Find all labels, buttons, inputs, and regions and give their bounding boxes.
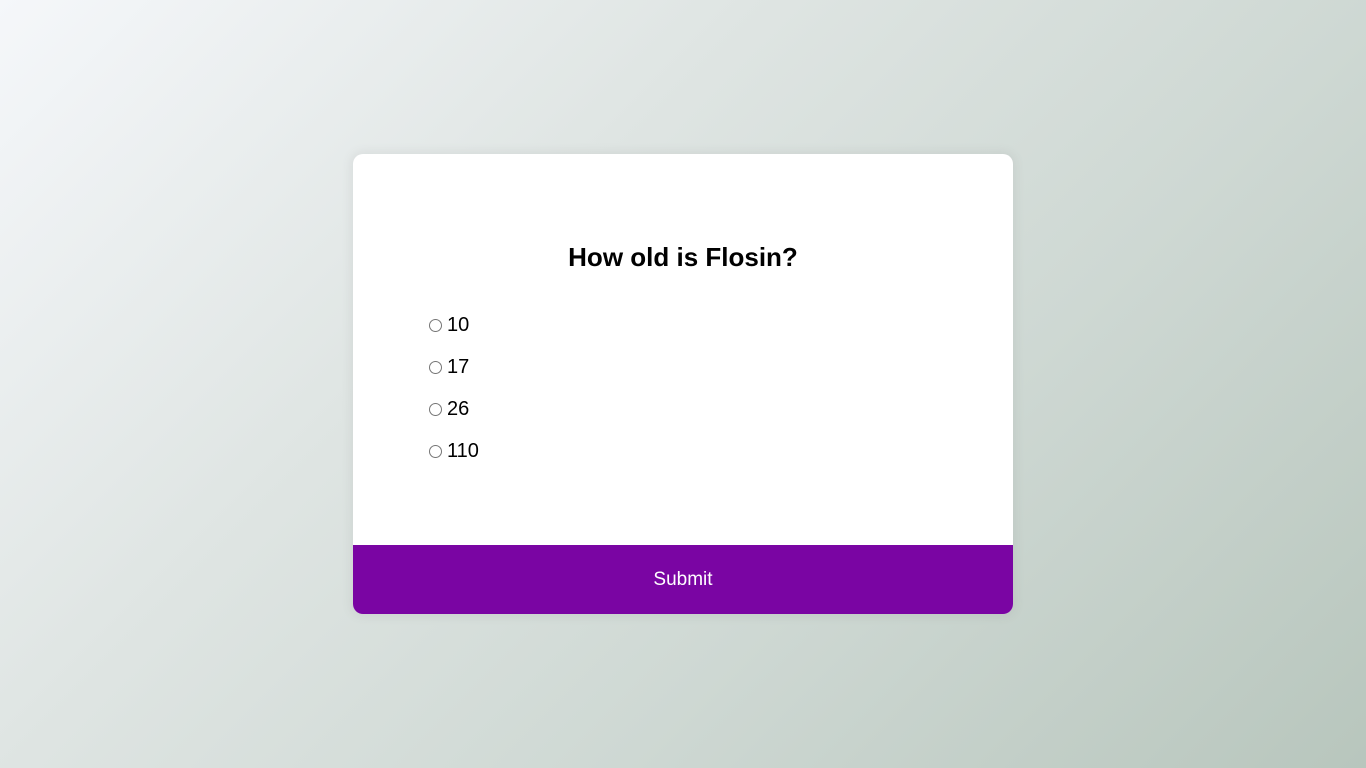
submit-button[interactable]: Submit	[353, 545, 1013, 614]
radio-unchecked-icon[interactable]	[429, 360, 442, 374]
answer-label[interactable]: 110	[447, 440, 479, 463]
answer-option[interactable]: 110	[428, 430, 479, 472]
radio-unchecked-icon[interactable]	[429, 444, 442, 458]
answer-label[interactable]: 10	[447, 314, 469, 337]
radio-unchecked-icon[interactable]	[429, 318, 442, 332]
answer-option[interactable]: 10	[428, 304, 479, 346]
answer-label[interactable]: 26	[447, 398, 469, 421]
question-heading: How old is Flosin?	[568, 242, 798, 272]
radio-unchecked-icon[interactable]	[429, 402, 442, 416]
answer-label[interactable]: 17	[447, 356, 469, 379]
answer-option[interactable]: 26	[428, 388, 479, 430]
quiz-card: How old is Flosin? 10 17 26 110 Submit	[353, 154, 1013, 614]
answer-list: 10 17 26 110	[428, 304, 479, 472]
quiz-body: How old is Flosin? 10 17 26 110	[353, 154, 1013, 545]
answer-option[interactable]: 17	[428, 346, 479, 388]
